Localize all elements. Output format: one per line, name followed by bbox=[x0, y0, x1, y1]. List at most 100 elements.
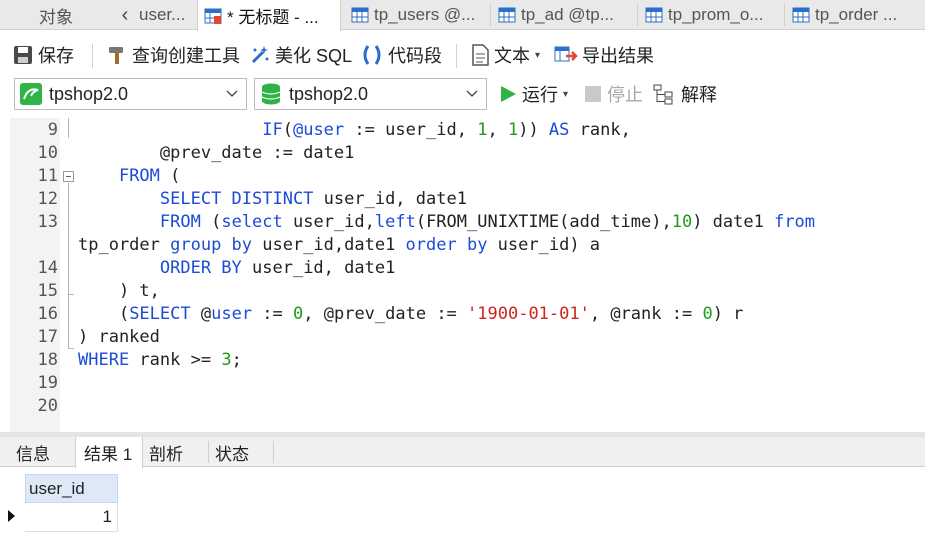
export-icon bbox=[554, 46, 578, 62]
toolbar-separator bbox=[92, 44, 93, 68]
tab-separator bbox=[490, 4, 491, 26]
code-token: WHERE bbox=[78, 350, 130, 370]
query-builder-label: 查询创建工具 bbox=[132, 46, 240, 66]
line-number: 20 bbox=[37, 396, 58, 416]
table-cell[interactable]: 1 bbox=[25, 503, 118, 532]
line-number: 15 bbox=[37, 281, 58, 301]
code-token: left bbox=[374, 212, 416, 232]
line-number: 17 bbox=[37, 327, 58, 347]
table-icon bbox=[351, 7, 369, 23]
beautify-sql-button[interactable]: 美化 SQL bbox=[249, 38, 352, 72]
code-token: user bbox=[211, 304, 253, 324]
query-builder-button[interactable]: 查询创建工具 bbox=[106, 38, 240, 72]
line-number: 16 bbox=[37, 304, 58, 324]
code-token: user_id, date1 bbox=[313, 189, 467, 209]
code-token: from bbox=[774, 212, 816, 232]
tab-result-1[interactable]: 结果 1 bbox=[75, 437, 143, 468]
query-toolbar: 保存 查询创建工具 美化 SQL 代码段 文本 ▾ 导出结果 bbox=[0, 38, 925, 72]
tab-objects-label: 对象 bbox=[39, 7, 73, 27]
tab-tp-users[interactable]: tp_users @... bbox=[345, 0, 488, 30]
document-icon bbox=[472, 44, 489, 66]
code-line: (SELECT @user := 0, @prev_date := '1900-… bbox=[78, 303, 743, 326]
code-token: , @prev_date := bbox=[303, 304, 468, 324]
code-token: := user_id, bbox=[344, 120, 478, 140]
run-button[interactable]: 运行 ▾ bbox=[498, 77, 568, 111]
tab-objects[interactable]: 对象 bbox=[0, 0, 112, 30]
result-tabs: 信息 结果 1 剖析 状态 bbox=[0, 437, 925, 468]
code-token: @user bbox=[292, 120, 345, 140]
stop-button[interactable]: 停止 bbox=[583, 77, 643, 111]
code-snippet-button[interactable]: 代码段 bbox=[360, 38, 442, 72]
query-table-icon bbox=[204, 8, 222, 24]
tab-bar: 对象 ‹ user... * 无标题 - ... tp_users @... t… bbox=[0, 0, 925, 31]
tab-tp-prom-order[interactable]: tp_prom_o... bbox=[639, 0, 782, 30]
column-header-user-id[interactable]: user_id bbox=[25, 474, 118, 503]
dropdown-caret-icon: ▾ bbox=[563, 88, 569, 100]
code-token: ( bbox=[282, 120, 293, 140]
stop-icon bbox=[585, 86, 601, 102]
export-results-button[interactable]: 导出结果 bbox=[554, 38, 654, 72]
line-number: 11 bbox=[37, 166, 58, 186]
code-token: user_id) a bbox=[487, 235, 601, 255]
code-token: order by bbox=[405, 235, 488, 255]
chevron-down-icon bbox=[226, 90, 238, 97]
tab-tp-order[interactable]: tp_order ... bbox=[786, 0, 925, 30]
code-token: user_id, date1 bbox=[241, 258, 396, 278]
code-token: tp_order bbox=[78, 235, 171, 255]
code-token: 3 bbox=[221, 350, 232, 370]
tab-status[interactable]: 状态 bbox=[207, 437, 273, 467]
connection-select[interactable]: tpshop2.0 bbox=[14, 78, 247, 110]
tab-label: user... bbox=[139, 5, 186, 24]
tab-status-label: 状态 bbox=[215, 444, 249, 464]
explain-button[interactable]: 解释 bbox=[653, 77, 717, 111]
tab-info-label: 信息 bbox=[16, 444, 50, 464]
code-token: FROM bbox=[159, 212, 201, 232]
code-token: @prev_date := date1 bbox=[159, 143, 355, 163]
save-button[interactable]: 保存 bbox=[12, 38, 74, 72]
database-select[interactable]: tpshop2.0 bbox=[254, 78, 487, 110]
tab-untitled-query[interactable]: * 无标题 - ... bbox=[197, 0, 341, 31]
stop-button-label: 停止 bbox=[607, 85, 643, 105]
code-token: 1 bbox=[477, 120, 488, 140]
code-token: ) t, bbox=[78, 281, 160, 301]
run-button-label: 运行 bbox=[522, 85, 558, 105]
tab-label: * 无标题 - ... bbox=[227, 8, 319, 27]
code-token: ( bbox=[78, 304, 130, 324]
code-token: 1 bbox=[507, 120, 519, 140]
table-icon bbox=[645, 7, 663, 23]
fold-collapse-icon[interactable] bbox=[63, 171, 74, 182]
code-token: SELECT DISTINCT bbox=[159, 189, 314, 209]
toolbar-separator bbox=[456, 44, 457, 68]
code-token: , bbox=[487, 120, 508, 140]
code-token: AS bbox=[548, 120, 570, 140]
save-icon bbox=[14, 46, 32, 64]
line-number: 18 bbox=[37, 350, 58, 370]
save-button-label: 保存 bbox=[38, 46, 74, 66]
tab-user[interactable]: user... bbox=[135, 0, 195, 30]
table-icon bbox=[792, 7, 810, 23]
tab-separator bbox=[273, 441, 274, 463]
magic-wand-icon bbox=[251, 46, 269, 64]
code-token: (FROM_UNIXTIME(add_time), bbox=[415, 212, 672, 232]
fold-end-marker bbox=[68, 348, 74, 349]
line-number: 19 bbox=[37, 373, 58, 393]
chevron-down-icon bbox=[466, 90, 478, 97]
code-token: ) ranked bbox=[78, 327, 160, 347]
code-token: 10 bbox=[671, 212, 693, 232]
code-token: := bbox=[252, 304, 294, 324]
tab-scroll-left-icon[interactable]: ‹ bbox=[113, 0, 137, 30]
code-token: 0 bbox=[293, 304, 304, 324]
sql-editor[interactable]: 9 10 11 12 13 14 15 16 17 18 19 20 IF(@user := user… bbox=[0, 118, 925, 434]
current-row-indicator-icon bbox=[8, 510, 15, 522]
tab-label: tp_order ... bbox=[815, 5, 898, 24]
tab-profile[interactable]: 剖析 bbox=[141, 437, 207, 467]
tab-info[interactable]: 信息 bbox=[8, 437, 74, 467]
text-button[interactable]: 文本 ▾ bbox=[470, 38, 540, 72]
code-token: 0 bbox=[702, 304, 713, 324]
tab-tp-ad[interactable]: tp_ad @tp... bbox=[492, 0, 635, 30]
connection-toolbar: tpshop2.0 tpshop2.0 运行 ▾ 停止 解释 bbox=[0, 76, 925, 112]
